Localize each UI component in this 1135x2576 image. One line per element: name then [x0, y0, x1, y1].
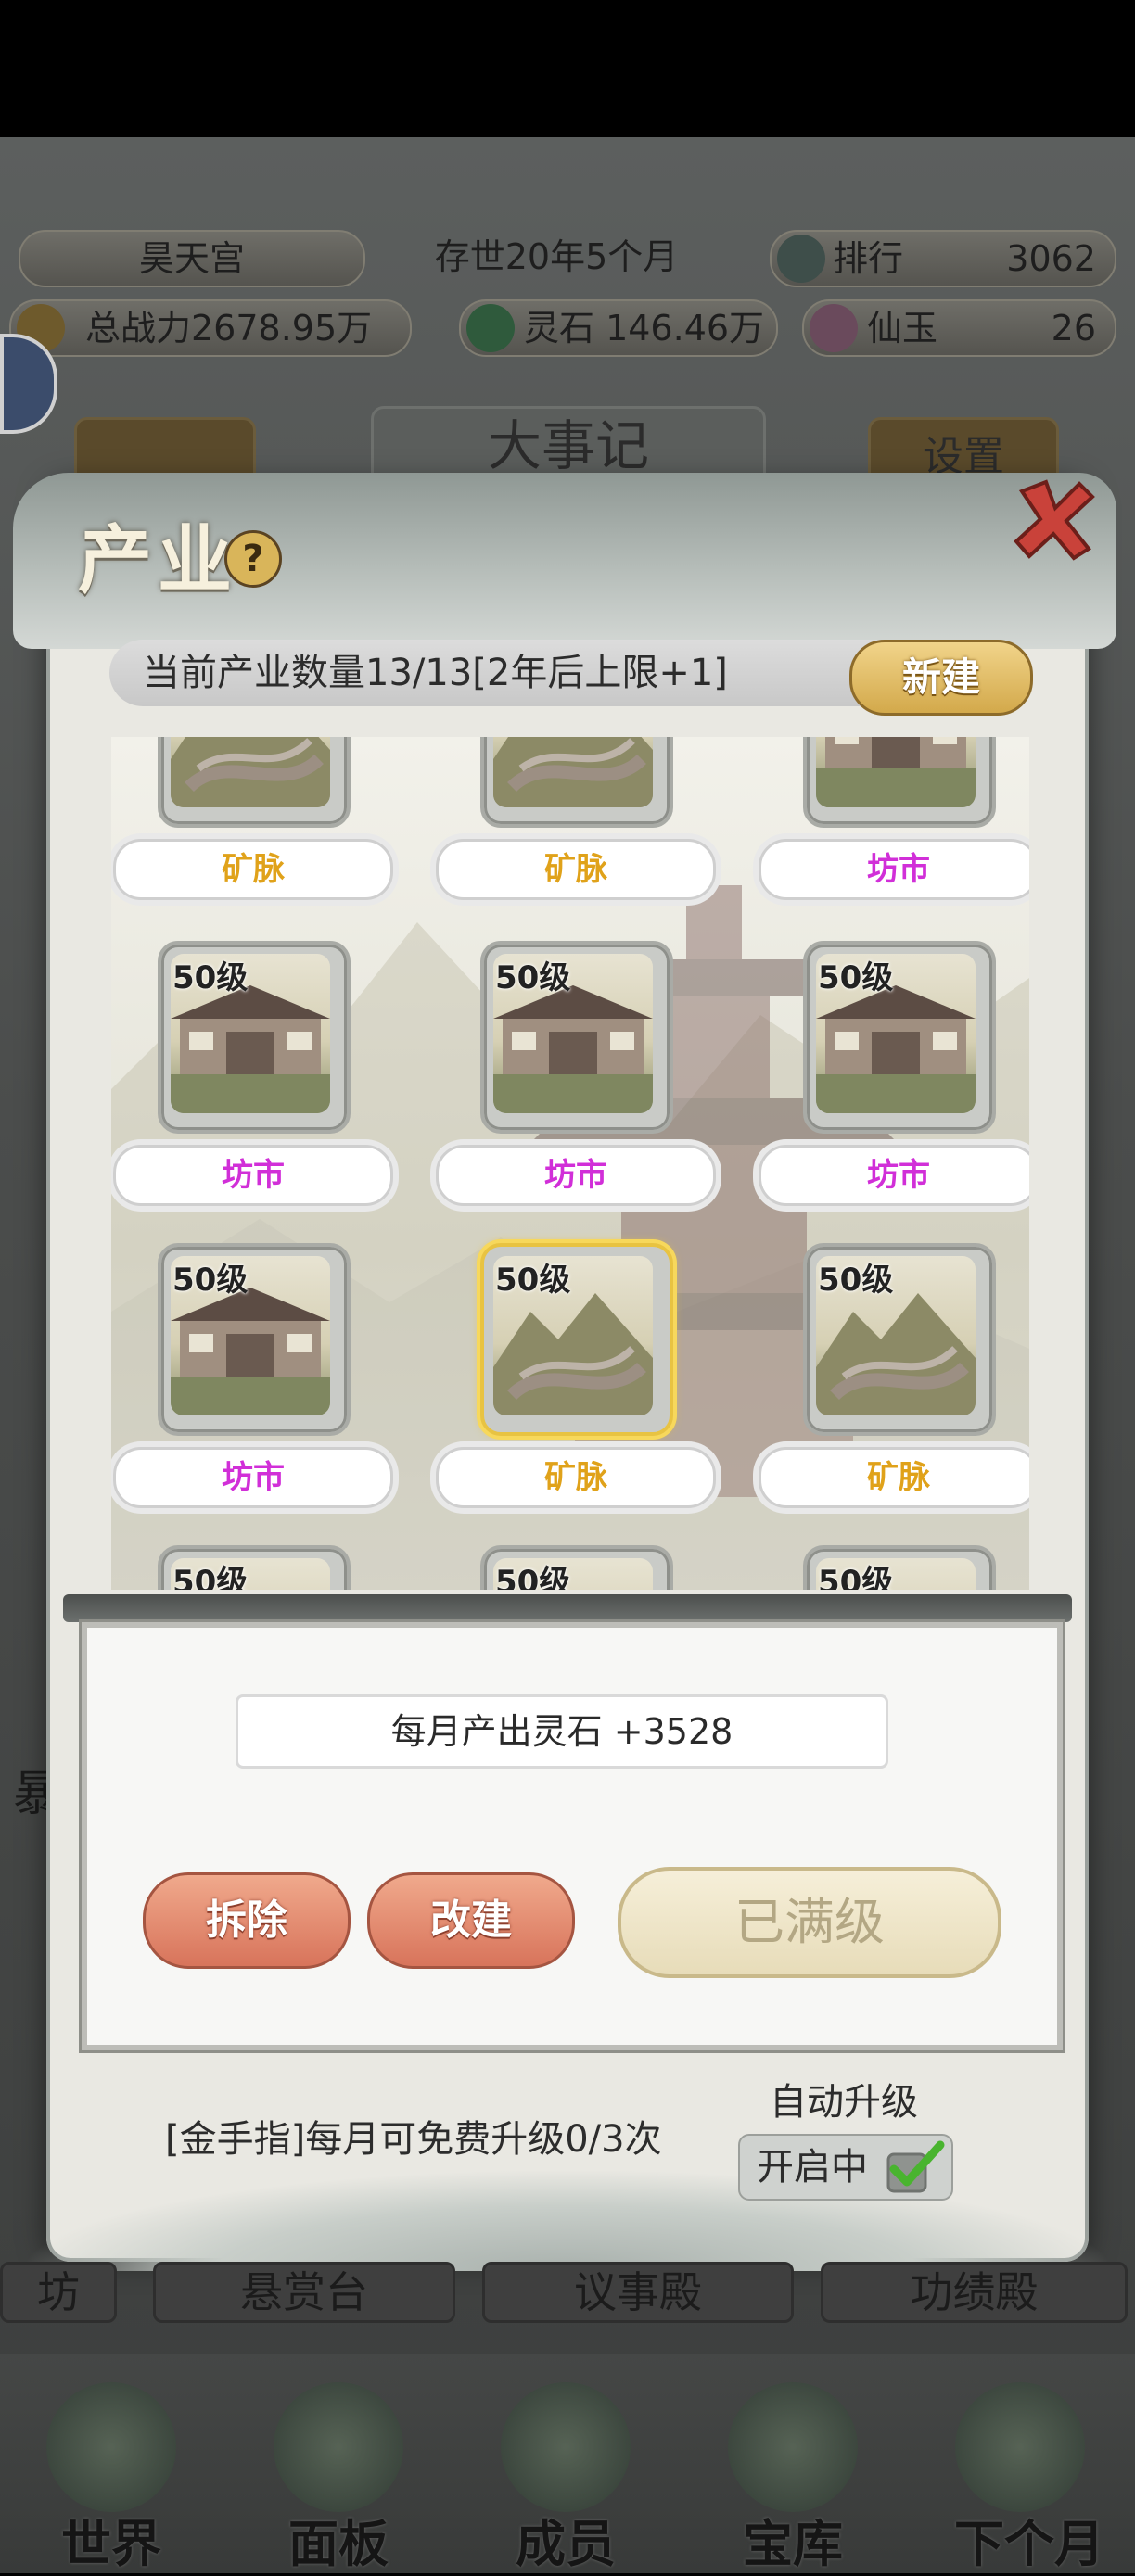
industry-count-text: 当前产业数量13/13[2年后上限+1] — [143, 652, 728, 694]
market-art-icon — [816, 737, 976, 807]
existence-pill: 存世20年5个月 — [371, 230, 742, 284]
rank-value: 3062 — [1006, 238, 1096, 279]
nav-label-world: 世界 — [61, 2514, 161, 2573]
checkmark-icon — [886, 2140, 945, 2193]
industry-type-label[interactable]: 矿脉 — [759, 1447, 1029, 1508]
rank-icon — [777, 235, 825, 283]
industry-type-label[interactable]: 坊市 — [113, 1145, 393, 1206]
jade-pill[interactable]: 仙玉 26 — [802, 299, 1116, 357]
bottom-nav: 世界 面板 成员 宝库 下个月 — [0, 2354, 1135, 2573]
help-icon[interactable]: ? — [224, 530, 282, 588]
industry-card[interactable] — [158, 737, 351, 828]
members-icon — [501, 2382, 631, 2512]
industry-type-label[interactable]: 矿脉 — [436, 839, 716, 900]
industry-level: 50级 — [818, 1564, 894, 1590]
panel-divider — [63, 1594, 1072, 1622]
industry-level: 50级 — [495, 959, 571, 996]
auto-upgrade-toggle[interactable]: 开启中 — [738, 2134, 953, 2201]
industry-card[interactable]: 50级 — [803, 941, 996, 1134]
industry-card[interactable]: 50级 — [803, 1545, 996, 1590]
industry-level: 50级 — [818, 1262, 894, 1299]
panel-icon — [274, 2382, 403, 2512]
industry-card[interactable]: 50级 — [480, 1545, 673, 1590]
industry-level: 50级 — [172, 1564, 249, 1590]
nav-panel[interactable]: 面板 — [246, 2373, 431, 2573]
nav-treasury[interactable]: 宝库 — [700, 2373, 886, 2573]
rank-pill[interactable]: 排行 3062 — [770, 230, 1116, 287]
total-power-pill: 总战力2678.95万 — [9, 299, 412, 357]
industry-type-label[interactable]: 矿脉 — [113, 839, 393, 900]
industry-card[interactable] — [480, 737, 673, 828]
industry-type-label[interactable]: 坊市 — [436, 1145, 716, 1206]
close-icon[interactable] — [1009, 475, 1098, 564]
top-stat-row-2: 总战力2678.95万 灵石 146.46万 仙玉 26 — [0, 299, 1135, 364]
bg-bottom-button-3[interactable]: 功绩殿 — [821, 2262, 1128, 2323]
nav-label-treasury: 宝库 — [743, 2514, 843, 2573]
total-power: 总战力2678.95万 — [85, 308, 373, 349]
industry-level: 50级 — [172, 959, 249, 996]
industry-level: 50级 — [818, 959, 894, 996]
industry-type-label[interactable]: 矿脉 — [436, 1447, 716, 1508]
nav-members[interactable]: 成员 — [473, 2373, 658, 2573]
industry-card[interactable]: 50级 — [158, 1545, 351, 1590]
industry-modal: 产业 ? 当前产业数量13/13[2年后上限+1] 新建 矿脉 矿脉 坊市 50级 坊市… — [13, 473, 1116, 2271]
sect-name-pill[interactable]: 昊天宫 — [19, 230, 365, 287]
industry-level: 50级 — [495, 1564, 571, 1590]
max-level-button[interactable]: 已满级 — [618, 1867, 1001, 1978]
mine-art-icon — [171, 737, 330, 807]
industry-card[interactable]: 50级 — [480, 1243, 673, 1436]
bg-bottom-button-1[interactable]: 悬赏台 — [153, 2262, 455, 2323]
auto-upgrade-state: 开启中 — [757, 2146, 868, 2189]
rebuild-button[interactable]: 改建 — [367, 1872, 575, 1969]
monthly-output: 每月产出灵石 +3528 — [236, 1694, 888, 1769]
bg-bottom-buttons: 坊 悬赏台 议事殿 功绩殿 — [0, 2262, 1135, 2327]
world-icon — [46, 2382, 176, 2512]
modal-title: 产业 — [78, 516, 237, 603]
spirit-stone-pill[interactable]: 灵石 146.46万 — [459, 299, 778, 357]
industry-type-label[interactable]: 坊市 — [113, 1447, 393, 1508]
industry-type-label[interactable]: 坊市 — [759, 1145, 1029, 1206]
industry-level: 50级 — [172, 1262, 249, 1299]
demolish-button[interactable]: 拆除 — [143, 1872, 351, 1969]
industry-card[interactable]: 50级 — [158, 1243, 351, 1436]
jade-value: 26 — [1051, 308, 1096, 349]
nav-label-panel: 面板 — [288, 2514, 389, 2573]
bg-bottom-button-2[interactable]: 议事殿 — [482, 2262, 794, 2323]
jade-label: 仙玉 — [867, 308, 938, 349]
sect-name: 昊天宫 — [138, 238, 245, 279]
spirit-stone-icon — [466, 304, 515, 352]
industry-card[interactable] — [803, 737, 996, 828]
industry-level: 50级 — [495, 1262, 571, 1299]
nav-next-month[interactable]: 下个月 — [927, 2373, 1131, 2573]
nav-world[interactable]: 世界 — [19, 2373, 204, 2573]
industry-type-label[interactable]: 坊市 — [759, 839, 1029, 900]
treasury-icon — [728, 2382, 858, 2512]
existence-text: 存世20年5个月 — [434, 236, 679, 277]
build-button[interactable]: 新建 — [849, 640, 1033, 716]
mine-art-icon — [493, 737, 653, 807]
industry-grid[interactable]: 矿脉 矿脉 坊市 50级 坊市 50级 坊市 50级 坊市 50级 坊市 50级 矿脉 50级 矿脉 50级 5… — [111, 737, 1029, 1590]
next-month-icon — [955, 2382, 1085, 2512]
nav-label-next-month: 下个月 — [954, 2514, 1104, 2573]
golden-finger-text: [金手指]每月可免费升级0/3次 — [165, 2118, 662, 2161]
jade-icon — [810, 304, 858, 352]
nav-label-members: 成员 — [516, 2514, 616, 2573]
modal-title-bar: 产业 ? — [13, 473, 1116, 649]
industry-card[interactable]: 50级 — [480, 941, 673, 1134]
spirit-stone: 灵石 146.46万 — [524, 308, 765, 349]
rank-label: 排行 — [833, 238, 904, 279]
detail-panel: 每月产出灵石 +3528 拆除 改建 已满级 — [82, 1622, 1063, 2050]
industry-card[interactable]: 50级 — [803, 1243, 996, 1436]
bg-bottom-button-0[interactable]: 坊 — [0, 2262, 117, 2323]
status-bar — [0, 0, 1135, 137]
industry-card[interactable]: 50级 — [158, 941, 351, 1134]
top-stat-row-1: 昊天宫 存世20年5个月 排行 3062 — [0, 230, 1135, 295]
auto-upgrade-label: 自动升级 — [770, 2081, 918, 2124]
